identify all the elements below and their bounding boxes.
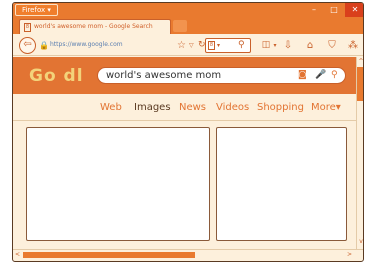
url-text[interactable]: https://www.google.com (50, 41, 123, 48)
browser-window: Firefox ▾ – □ ✕ 8 world's awesome mom - … (12, 2, 364, 262)
title-bar: Firefox ▾ – □ ✕ (13, 3, 363, 17)
download-icon[interactable]: ⇩ (281, 38, 295, 53)
search-icon[interactable]: ⚲ (331, 68, 338, 83)
url-dropdown-icon[interactable]: ▽ (189, 39, 194, 52)
tab-web[interactable]: Web (100, 102, 122, 113)
horizontal-scrollbar[interactable]: < > (13, 249, 363, 259)
search-box[interactable]: 8 ▾ ⚲ (205, 38, 251, 53)
camera-icon[interactable]: ◙ (298, 68, 307, 83)
horizontal-scroll-thumb[interactable] (23, 252, 195, 258)
google-header: Go dl world's awesome mom ◙ 🎤 ⚲ (13, 57, 356, 94)
navigation-toolbar: ⇦ 🔒 https://www.google.com ☆ ▽ ↻ 8 ▾ ⚲ ◫… (13, 34, 363, 56)
pocket-icon[interactable]: ⛉ (325, 38, 339, 53)
google-favicon-icon: 8 (24, 23, 31, 32)
vertical-scroll-thumb[interactable] (357, 67, 363, 101)
tab-videos[interactable]: Videos (216, 102, 249, 113)
search-icon[interactable]: ⚲ (238, 39, 245, 52)
scroll-up-icon[interactable]: ^ (357, 57, 363, 67)
scroll-down-icon[interactable]: v (357, 237, 363, 247)
image-result[interactable] (26, 127, 210, 241)
sidebar-caret-icon[interactable]: ▾ (272, 38, 278, 53)
lock-icon: 🔒 (39, 41, 49, 50)
back-button[interactable]: ⇦ (19, 37, 36, 54)
home-icon[interactable]: ⌂ (303, 38, 317, 53)
tab-more[interactable]: More▾ (311, 102, 341, 113)
tab-shopping[interactable]: Shopping (257, 102, 304, 113)
addons-icon[interactable]: ⁂ (346, 38, 360, 53)
search-type-tabs: Web Images News Videos Shopping More▾ (13, 94, 356, 121)
firefox-menu-button[interactable]: Firefox ▾ (15, 4, 58, 16)
google-logo[interactable]: Go dl (29, 66, 84, 86)
google-search-input[interactable]: world's awesome mom ◙ 🎤 ⚲ (97, 67, 346, 84)
minimize-button[interactable]: – (305, 3, 323, 17)
page-content: Go dl world's awesome mom ◙ 🎤 ⚲ Web Imag… (13, 57, 356, 249)
new-tab-button[interactable] (173, 20, 187, 32)
vertical-scrollbar[interactable]: ^ v (356, 57, 363, 249)
search-query[interactable]: world's awesome mom (106, 70, 221, 81)
search-engine-caret-icon[interactable]: ▾ (217, 41, 220, 50)
tab-title: world's awesome mom - Google Search (34, 23, 153, 30)
tab-news[interactable]: News (179, 102, 206, 113)
close-button[interactable]: ✕ (345, 3, 363, 17)
scroll-right-icon[interactable]: > (347, 250, 355, 259)
scroll-left-icon[interactable]: < (15, 250, 23, 259)
microphone-icon[interactable]: 🎤 (315, 68, 326, 83)
maximize-button[interactable]: □ (325, 3, 343, 17)
bookmark-star-icon[interactable]: ☆ (177, 39, 186, 52)
tab-images[interactable]: Images (134, 102, 171, 113)
tab-strip: 8 world's awesome mom - Google Search (13, 17, 363, 34)
tab-google-search[interactable]: 8 world's awesome mom - Google Search (19, 19, 171, 34)
image-result[interactable] (216, 127, 347, 241)
search-engine-icon[interactable]: 8 (208, 41, 215, 50)
url-bar[interactable]: 🔒 https://www.google.com ☆ ▽ ↻ (39, 39, 206, 52)
